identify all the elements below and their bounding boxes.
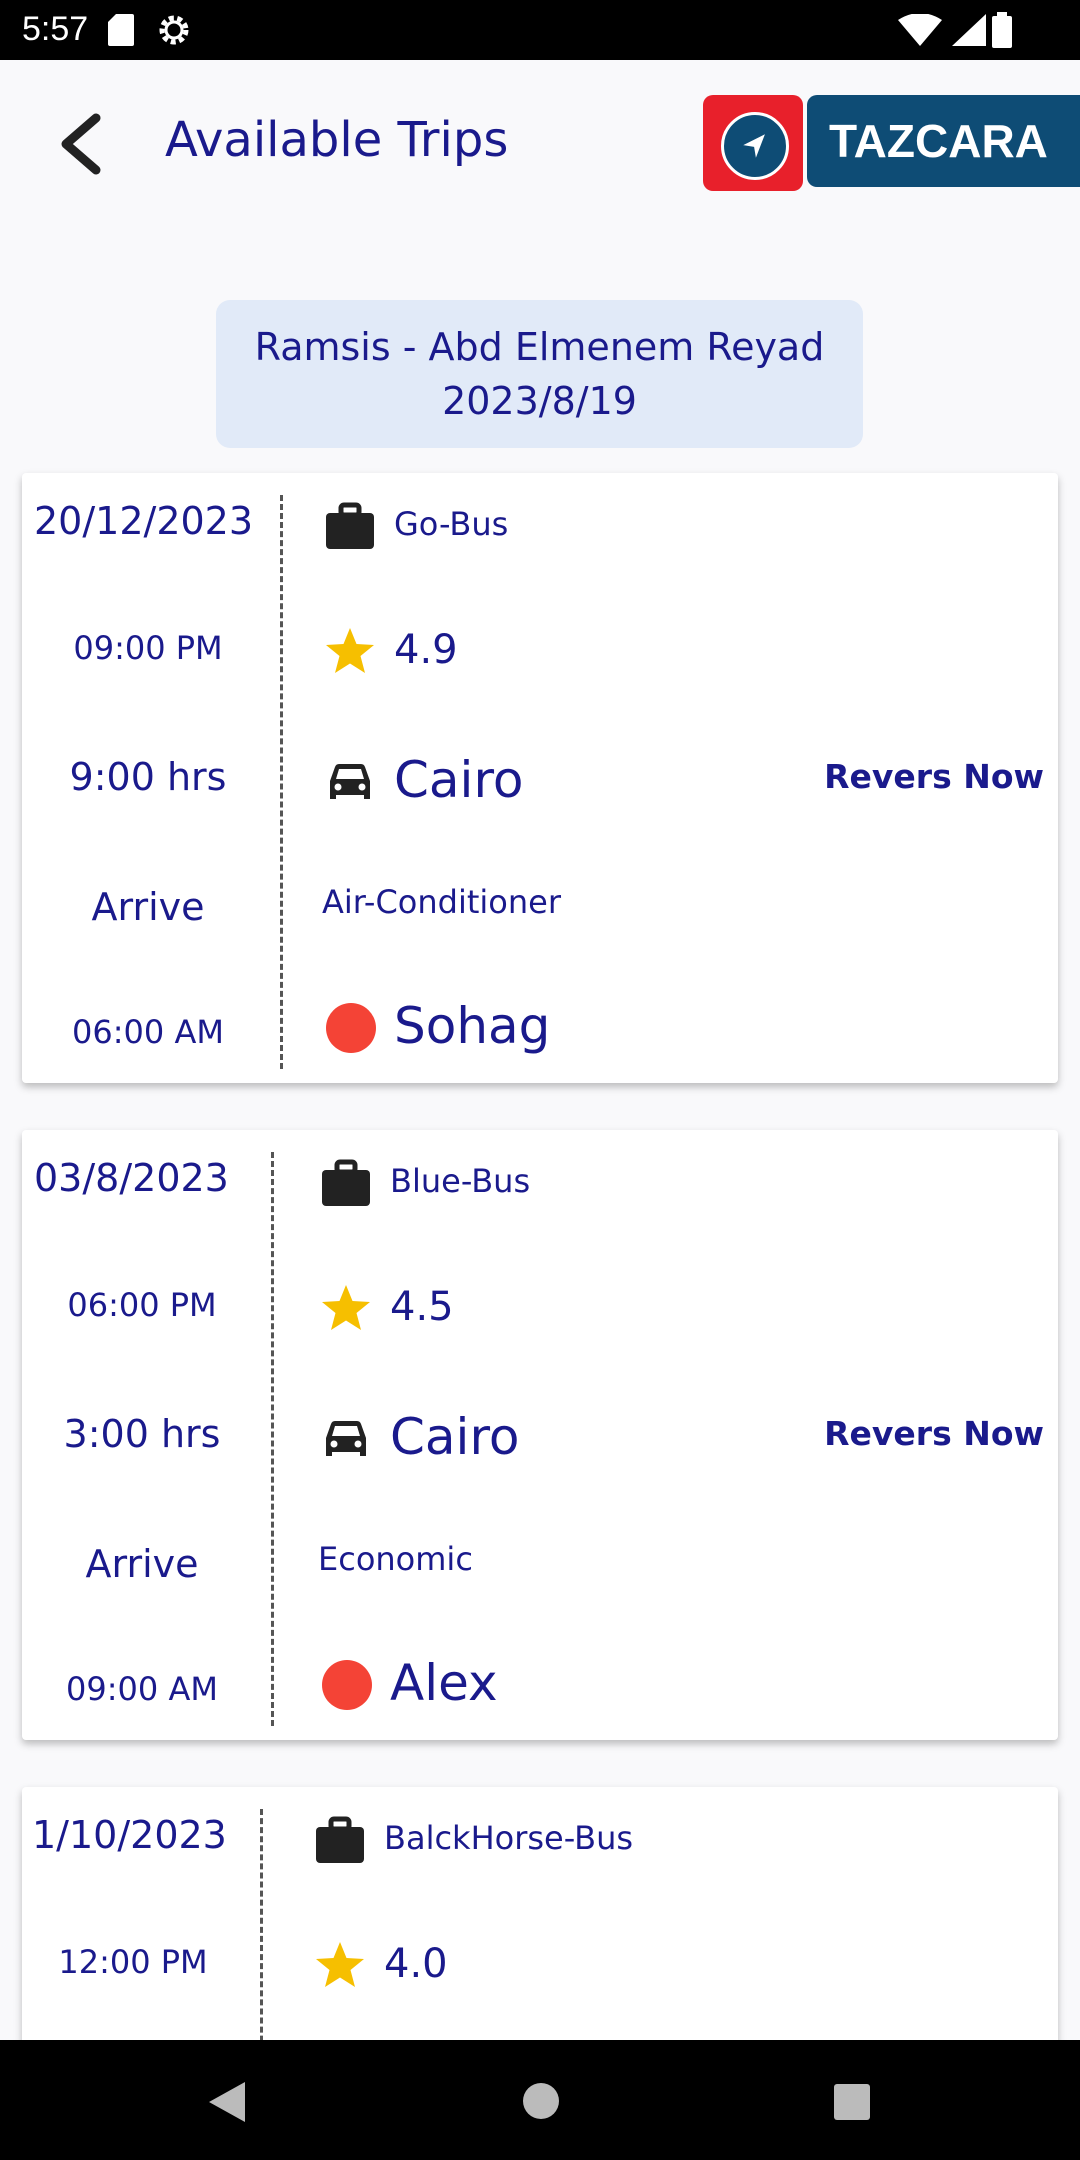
trip-rating: 4.9: [394, 627, 458, 673]
trip-rating: 4.5: [390, 1284, 454, 1330]
bus-feature: Air-Conditioner: [322, 883, 561, 921]
departure-time: 09:00 PM: [73, 629, 223, 667]
departure-time: 06:00 PM: [67, 1286, 217, 1324]
route-date: 2023/8/19: [442, 379, 637, 423]
tazcara-logo: TAZCARA: [703, 95, 1080, 191]
reserve-now-button[interactable]: Revers Now: [824, 1414, 1044, 1453]
star-icon: [322, 1285, 370, 1330]
destination-city: Alex: [390, 1654, 498, 1712]
trip-card[interactable]: 03/8/2023 06:00 PM 3:00 hrs Arrive 09:00…: [22, 1130, 1058, 1740]
route-stations: Ramsis - Abd Elmenem Reyad: [254, 325, 825, 369]
briefcase-icon: [316, 1816, 364, 1863]
nav-back-icon[interactable]: [205, 2080, 249, 2124]
briefcase-icon: [322, 1159, 370, 1206]
arrive-label: Arrive: [85, 1542, 199, 1586]
destination-city: Sohag: [394, 997, 551, 1055]
logo-compass-icon: [703, 95, 803, 191]
arrival-time: 06:00 AM: [72, 1013, 224, 1051]
battery-icon: [992, 12, 1012, 48]
trip-date: 03/8/2023: [34, 1156, 229, 1200]
back-arrow-icon[interactable]: [52, 112, 108, 176]
trip-date: 20/12/2023: [34, 499, 254, 543]
car-icon: [326, 1421, 366, 1456]
destination-dot-icon: [322, 1660, 372, 1710]
origin-city: Cairo: [394, 751, 524, 809]
bus-company: BalckHorse-Bus: [384, 1819, 634, 1857]
status-bar: 5:57: [0, 0, 1080, 60]
arrival-time: 09:00 AM: [66, 1670, 218, 1708]
nav-home-icon[interactable]: [523, 2083, 559, 2119]
star-icon: [326, 628, 374, 673]
status-time: 5:57: [22, 10, 89, 48]
star-icon: [316, 1942, 364, 1987]
bus-company: Go-Bus: [394, 505, 509, 543]
system-nav-bar: [0, 2040, 1080, 2160]
briefcase-icon: [326, 502, 374, 549]
wifi-icon: [898, 14, 942, 46]
settings-gear-icon: [159, 15, 189, 45]
trip-duration: 3:00 hrs: [63, 1412, 221, 1456]
route-summary: Ramsis - Abd Elmenem Reyad 2023/8/19: [216, 300, 863, 448]
nav-recents-icon[interactable]: [834, 2084, 870, 2120]
trip-date: 1/10/2023: [32, 1813, 227, 1857]
destination-dot-icon: [326, 1003, 376, 1053]
origin-city: Cairo: [390, 1408, 520, 1466]
trip-rating: 4.0: [384, 1941, 448, 1987]
cell-signal-icon: [952, 14, 986, 46]
sd-card-icon: [108, 14, 134, 46]
trip-card[interactable]: 20/12/2023 09:00 PM 9:00 hrs Arrive 06:0…: [22, 473, 1058, 1083]
reserve-now-button[interactable]: Revers Now: [824, 757, 1044, 796]
bus-company: Blue-Bus: [390, 1162, 531, 1200]
page-title: Available Trips: [165, 112, 509, 168]
bus-feature: Economic: [318, 1540, 473, 1578]
logo-wordmark: TAZCARA: [807, 95, 1080, 187]
departure-time: 12:00 PM: [58, 1943, 208, 1981]
car-icon: [330, 764, 370, 799]
arrive-label: Arrive: [91, 885, 205, 929]
trip-duration: 9:00 hrs: [69, 755, 227, 799]
